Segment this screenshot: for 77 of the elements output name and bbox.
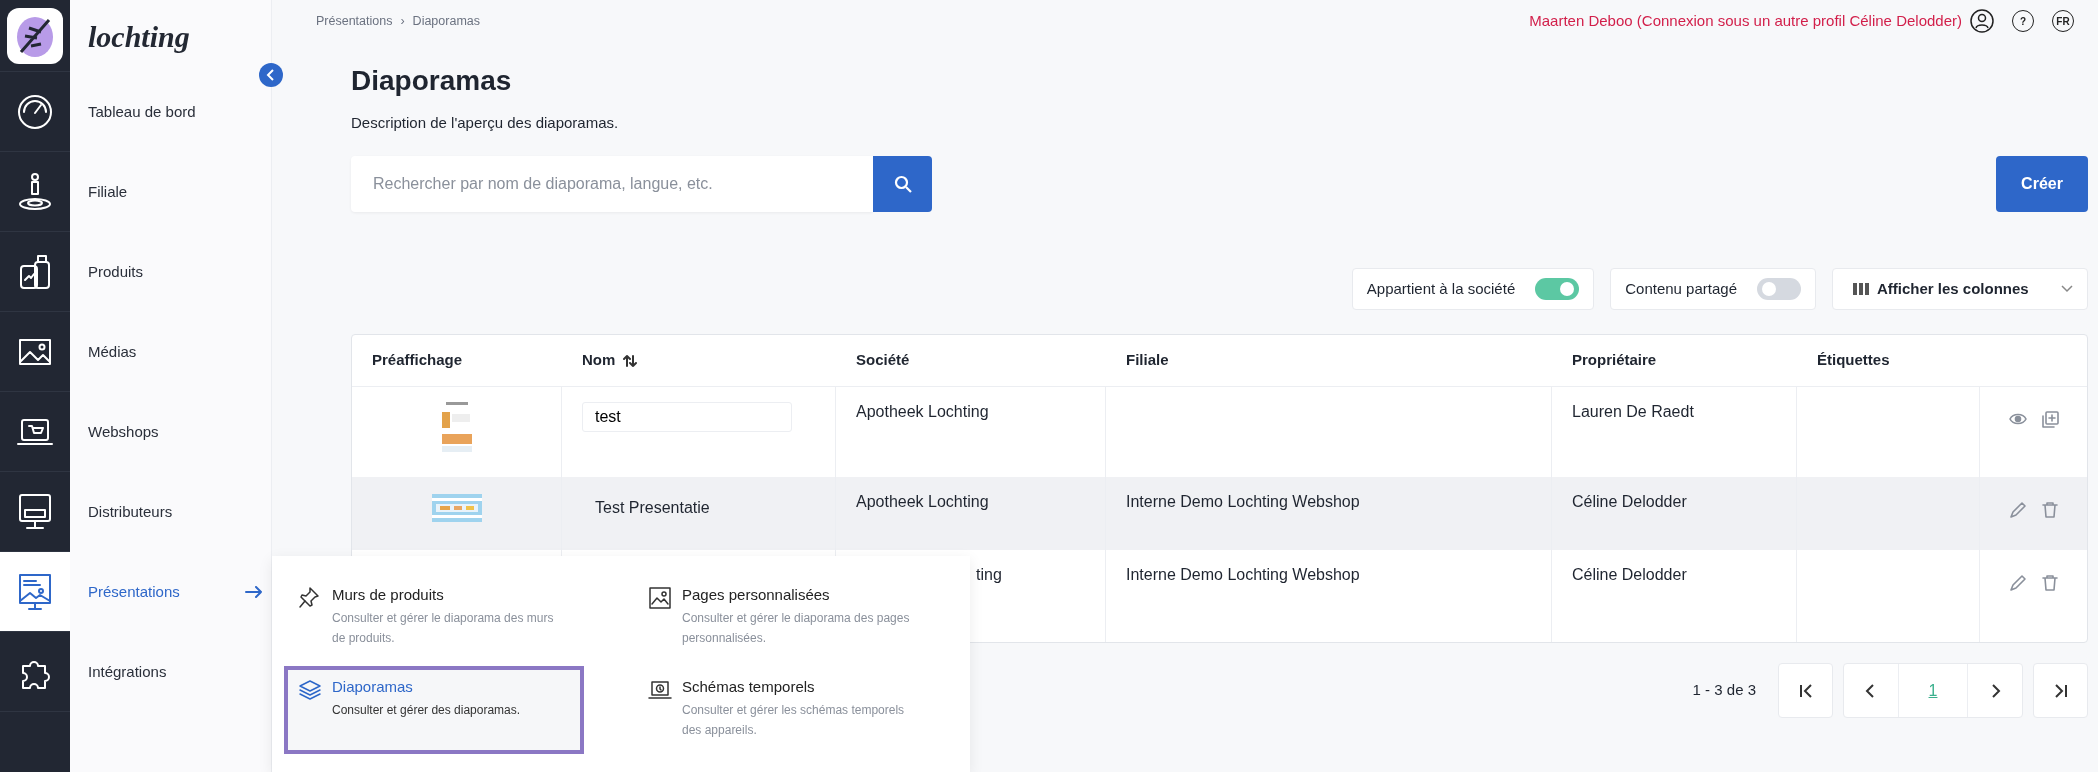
search-field[interactable]: Rechercher par nom de diaporama, langue, etc. bbox=[351, 156, 873, 213]
nav-item[interactable]: Tableau de bord bbox=[70, 72, 271, 152]
column-header: Préaffichage bbox=[372, 350, 463, 371]
menu-item-description: Consulter et gérer le diaporama des murs de produits. bbox=[332, 610, 555, 648]
pin-icon bbox=[298, 586, 322, 610]
create-button[interactable]: Créer bbox=[1996, 156, 2088, 213]
columns-button[interactable]: Afficher les colonnes bbox=[1832, 268, 2088, 311]
table-cell: Lauren De Raedt bbox=[1572, 403, 1694, 421]
column-header: Propriétaire bbox=[1572, 350, 1657, 371]
trash-icon bbox=[2040, 574, 2059, 593]
table-cell: Apotheek Lochting bbox=[856, 493, 989, 511]
nav-item[interactable]: Produits bbox=[70, 232, 271, 312]
table-cell: Céline Delodder bbox=[1572, 493, 1687, 511]
pencil-icon bbox=[2008, 501, 2027, 520]
name-field[interactable]: test bbox=[582, 402, 792, 433]
column-header[interactable]: Nom bbox=[582, 349, 616, 372]
column-header: Filiale bbox=[1126, 350, 1169, 371]
table-cell: Interne Demo Lochting Webshop bbox=[1126, 493, 1360, 511]
nav-item[interactable]: Distributeurs bbox=[70, 472, 271, 552]
collapse-button[interactable] bbox=[259, 63, 283, 87]
first-page-icon bbox=[1797, 683, 1814, 698]
table-cell: Interne Demo Lochting Webshop bbox=[1126, 566, 1360, 584]
last-page-icon bbox=[2052, 683, 2069, 698]
trash-icon bbox=[2040, 501, 2059, 520]
toggle-switch[interactable] bbox=[1535, 278, 1580, 301]
menu-item[interactable]: Schémas temporels Consulter et gérer les schémas temporels des appareils. bbox=[634, 666, 934, 754]
profile-icon[interactable] bbox=[1970, 9, 1994, 33]
table-cell: Céline Delodder bbox=[1572, 566, 1687, 584]
pencil-icon bbox=[2008, 574, 2027, 593]
table-row[interactable]: Test Presentatie Apotheek Lochting Interne Demo Lochting Webshop Céline Delodder bbox=[352, 477, 2087, 551]
brand-logo: lochting bbox=[87, 18, 191, 55]
image-icon bbox=[648, 586, 672, 610]
menu-item-description: Consulter et gérer des diaporamas. bbox=[332, 702, 521, 719]
nav-item[interactable]: Intégrations bbox=[70, 632, 271, 712]
menu-item[interactable]: Murs de produits Consulter et gérer le diaporama des murs de produits. bbox=[284, 574, 584, 662]
chevron-left-icon bbox=[266, 69, 276, 81]
nav-item[interactable]: Médias bbox=[70, 312, 271, 392]
table-cell: ting bbox=[976, 566, 1002, 584]
table-cell: Apotheek Lochting bbox=[856, 403, 989, 421]
duplicate-button[interactable] bbox=[2040, 411, 2059, 430]
menu-item-title: Murs de produits bbox=[332, 586, 445, 604]
search-icon bbox=[893, 175, 912, 194]
menu-item-title: Schémas temporels bbox=[682, 678, 816, 696]
nav-item[interactable]: Webshops bbox=[70, 392, 271, 472]
pencil-button[interactable] bbox=[2008, 574, 2027, 593]
page-description: Description de l'aperçu des diaporamas. bbox=[351, 112, 620, 133]
page-range: 1 - 3 de 3 bbox=[1692, 680, 1756, 701]
menu-item-description: Consulter et gérer les schémas temporels des appareils. bbox=[682, 702, 906, 740]
page-title: Diaporamas bbox=[351, 64, 513, 98]
duplicate-icon bbox=[2040, 411, 2059, 430]
toggle-label: Contenu partagé bbox=[1625, 278, 1737, 299]
breadcrumb-link[interactable]: Présentations bbox=[316, 11, 393, 31]
menu-item[interactable]: Pages personnalisées Consulter et gérer le diaporama des pages personnalisées. bbox=[634, 574, 934, 662]
menu-item-title: Diaporamas bbox=[332, 678, 414, 696]
menu-item[interactable]: Diaporamas Consulter et gérer des diaporamas. bbox=[284, 666, 584, 754]
trash-button[interactable] bbox=[2040, 574, 2059, 593]
search-button[interactable] bbox=[873, 156, 932, 213]
chevron-down-icon bbox=[2061, 285, 2073, 294]
toggle-switch[interactable] bbox=[1757, 278, 1801, 301]
columns-icon bbox=[1853, 282, 1869, 297]
arrow-right-icon bbox=[245, 586, 263, 598]
breadcrumb-link[interactable]: Diaporamas bbox=[412, 11, 480, 31]
toggle-label: Appartient à la société bbox=[1366, 278, 1516, 299]
column-header: Société bbox=[856, 350, 910, 371]
pencil-button[interactable] bbox=[2008, 501, 2027, 520]
nav-item[interactable]: Présentations bbox=[70, 552, 271, 632]
column-header: Étiquettes bbox=[1817, 350, 1890, 371]
leaf-logo-icon bbox=[7, 7, 63, 64]
menu-item-description: Consulter et gérer le diaporama des pages personnalisées. bbox=[682, 610, 911, 648]
table-cell-text: Test Presentatie bbox=[595, 498, 710, 519]
breadcrumb-separator: › bbox=[400, 12, 405, 30]
layers-icon bbox=[298, 678, 322, 702]
laptop-clock-icon bbox=[648, 678, 672, 702]
trash-button[interactable] bbox=[2040, 501, 2059, 520]
nav-item[interactable]: Filiale bbox=[70, 152, 271, 232]
menu-item-title: Pages personnalisées bbox=[682, 586, 831, 604]
user-name[interactable]: Maarten Deboo (Connexion sous un autre profil Céline Delodder) bbox=[1529, 9, 1962, 33]
